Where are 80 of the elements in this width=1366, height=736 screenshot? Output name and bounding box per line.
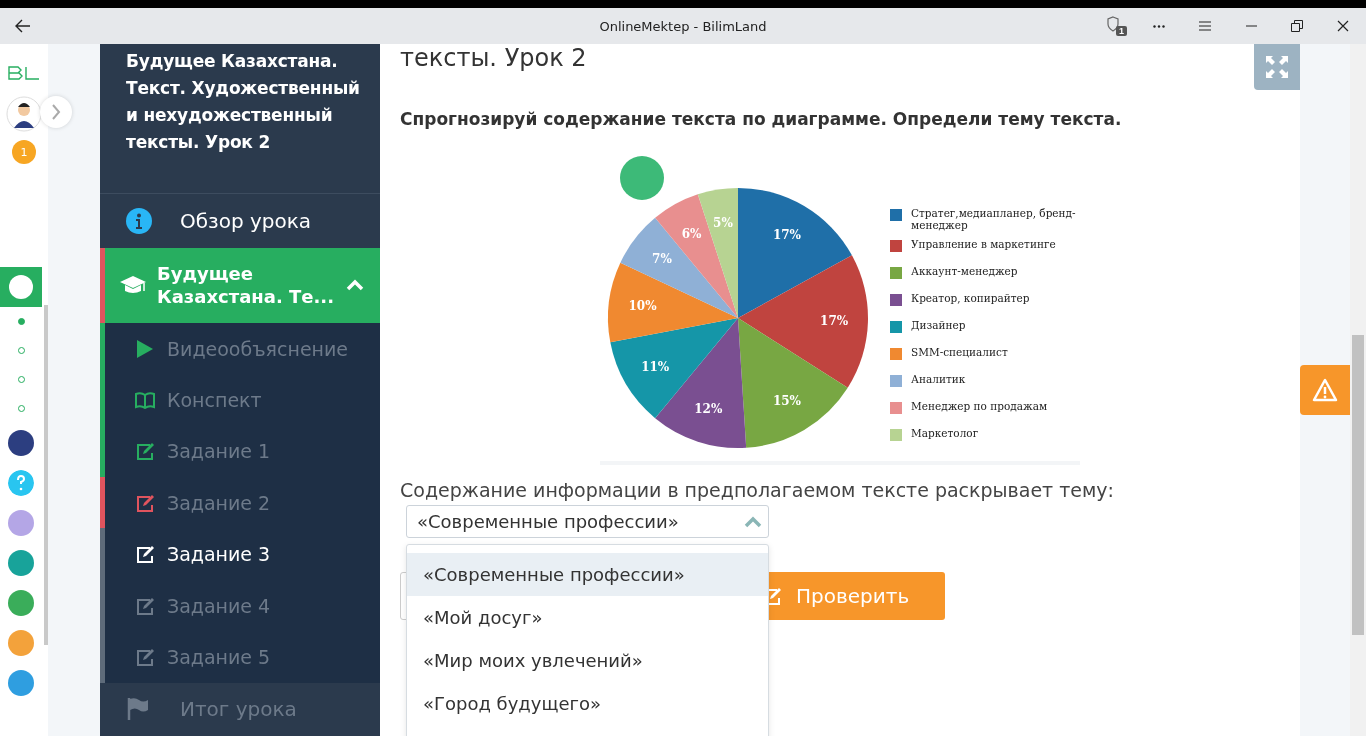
legend-swatch [890,375,902,387]
legend-swatch [890,402,902,414]
legend-label: Менеджер по продажам [911,400,1048,412]
slice-label: 6% [681,226,702,241]
lesson-step[interactable]: Задание 1 [100,425,380,478]
slice-label: 12% [694,402,723,417]
slice-label: 15% [772,393,801,408]
shield-icon [1106,16,1120,32]
window-title: OnlineMektep - BilimLand [599,18,767,34]
slice-label: 17% [772,228,801,243]
page-dot[interactable] [17,318,25,325]
dropdown-option[interactable]: «Современные профессии» [407,553,768,596]
ellipsis-icon [1153,24,1165,28]
flag-icon [126,697,150,722]
chevron-right-icon [51,104,61,120]
summary-item[interactable]: Итог урока [100,682,380,736]
section-header[interactable]: Будущее Казахстана. Те... [100,247,380,323]
info-icon [126,208,152,234]
report-button[interactable] [1300,365,1350,415]
logo-icon[interactable] [8,66,40,80]
lesson-step[interactable]: Задание 4 [100,579,380,632]
slice-label: 10% [628,298,657,313]
legend-label: Аккаунт-менеджер [911,265,1018,277]
page-dot[interactable] [17,347,25,354]
lesson-heading: тексты. Урок 2 [400,44,587,72]
page-dot[interactable] [17,405,25,412]
legend-label: Управление в маркетинге [911,238,1056,250]
legend-swatch [890,348,902,360]
menu-icon [1199,21,1211,31]
scrollbar-thumb[interactable] [44,305,48,645]
legend-label: SMM-специалист [911,346,1008,358]
edit-icon [135,596,155,615]
minimize-icon [1245,25,1257,27]
legend-swatch [890,267,902,279]
slice-label: 11% [641,359,670,374]
slice-label: 17% [820,314,849,328]
legend-swatch [890,240,902,252]
prompt-text: Содержание информации в предполагаемом тексте раскрывает тему: [400,479,1115,501]
legend-swatch [890,294,902,306]
notification-badge[interactable]: 1 [12,140,36,164]
logo-icon [620,156,664,200]
slice-label: 5% [713,216,733,230]
avatar-icon[interactable] [6,96,42,132]
extension-count-badge: 1 [1116,26,1127,36]
dropdown-option[interactable]: «Мир моих увлечений» [407,639,768,682]
legend-label: Аналитик [911,373,966,385]
task-question: Спрогнозируй содержание текста по диаграмме. Определи тему текста. [400,109,1123,129]
restore-icon [1291,20,1303,32]
dropdown-option[interactable]: «Город будущего» [407,682,768,725]
overview-item[interactable]: Обзор урока [100,194,380,248]
expand-icon [1264,54,1290,80]
edit-icon [135,493,155,512]
slice-label: 7% [652,252,672,267]
extension-button[interactable]: 1 [1090,8,1136,44]
lesson-nav-button[interactable] [0,267,42,307]
lesson-title: Будущее Казахстана. Текст. Художественный и нехудожественный тексты. Урок 2 [100,44,380,195]
legend-swatch [890,429,902,441]
warning-icon [1312,378,1338,402]
legend-label: Маркетолог [911,427,979,439]
play-icon [135,338,155,359]
app-logo-icon[interactable] [8,430,34,456]
legend-swatch [890,209,902,221]
lesson-step[interactable]: Конспект [100,374,380,426]
lesson-step[interactable]: Задание 3 [100,528,380,580]
scrollbar-thumb[interactable] [1352,335,1364,635]
edit-icon [135,647,155,666]
book-icon [135,390,155,409]
page-dot[interactable] [17,376,25,383]
edit-icon [135,545,155,564]
topic-dropdown[interactable]: «Современные профессии» [406,505,769,538]
close-icon [1337,20,1349,32]
edit-icon [135,442,155,461]
lesson-step[interactable]: Задание 2 [100,477,380,529]
back-arrow-icon [15,19,31,33]
legend-swatch [890,321,902,333]
lesson-step[interactable]: Видеообъяснение [100,322,380,375]
legend-label: Дизайнер [911,319,966,331]
help-icon[interactable] [8,470,34,496]
legend-label: Стратег,медиапланер, бренд-менеджер [911,207,1077,231]
legend-label: Креатор, копирайтер [911,292,1030,304]
